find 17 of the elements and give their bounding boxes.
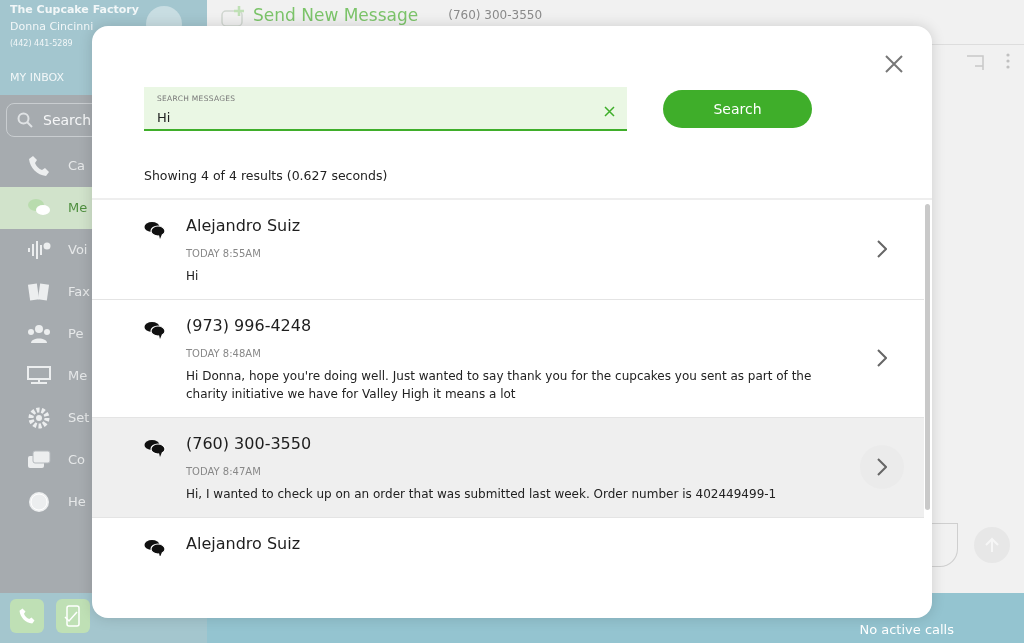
message-time: TODAY 8:55AM [186, 246, 262, 261]
results-summary: Showing 4 of 4 results (0.627 seconds) [144, 167, 389, 185]
message-text: Hi Donna, hope you're doing well. Just wanted to say thank you for the cupcakes you sent as part of the charity initiative we have for Valley High it means a lot [186, 367, 813, 403]
message-time: TODAY 8:48AM [186, 346, 262, 361]
sender-name: Alejandro Suiz [186, 532, 302, 555]
message-text: Hi, I wanted to check up on an order that was submitted last week. Order number is 402449499-1 [186, 485, 778, 503]
user-phone: (442) 441-5289 [10, 38, 74, 50]
company-name: The Cupcake Factory [10, 2, 140, 18]
inbox-label: MY INBOX [10, 70, 66, 86]
sender-name: (973) 996-4248 [186, 314, 313, 337]
message-text: Hi [186, 267, 200, 285]
contact-number: (760) 300-3550 [448, 7, 543, 24]
user-name: Donna Cincinni [10, 18, 95, 35]
message-time: TODAY 8:47AM [186, 464, 262, 479]
sender-name: Alejandro Suiz [186, 214, 302, 237]
sender-name: (760) 300-3550 [186, 432, 313, 455]
call-status: No active calls [859, 620, 954, 639]
